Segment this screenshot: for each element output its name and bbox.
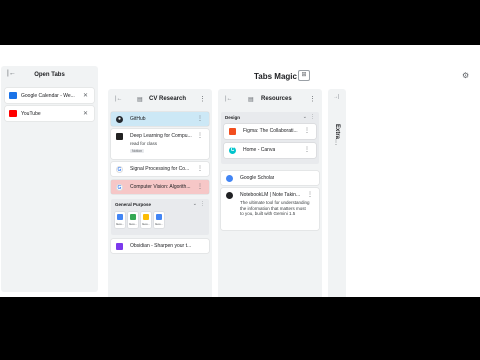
group-title: General Purpose bbox=[115, 202, 152, 207]
tab-card-description: The ultimate tool for understanding the … bbox=[240, 200, 310, 216]
add-collection-icon: ⊞ bbox=[301, 72, 307, 78]
more-options-icon[interactable]: ⋮ bbox=[199, 95, 206, 103]
more-options-icon[interactable]: ⋮ bbox=[197, 165, 203, 172]
group-tab-item[interactable]: Goo... bbox=[141, 212, 151, 228]
tab-card-title: Google Scholar bbox=[240, 175, 275, 181]
collection-header: |← ▤ CV Research ⋮ bbox=[108, 89, 212, 109]
more-options-icon[interactable]: ⋮ bbox=[333, 139, 339, 146]
open-tab-title: Google Calendar - We... bbox=[21, 92, 75, 99]
more-options-icon[interactable]: ⋮ bbox=[310, 114, 315, 120]
folder-icon: ▤ bbox=[137, 96, 143, 103]
group-tab-item[interactable]: Goo... bbox=[154, 212, 164, 228]
google-slides-icon bbox=[143, 214, 149, 220]
tab-card[interactable]: Obsidian - Sharpen your t... bbox=[111, 239, 209, 253]
group-tab-label: Goo... bbox=[116, 222, 125, 226]
tag-chip[interactable]: Notion bbox=[130, 149, 145, 153]
expand-icon[interactable]: →| bbox=[333, 94, 339, 100]
google-drive-icon bbox=[156, 214, 162, 220]
google-sheets-icon bbox=[130, 214, 136, 220]
open-tabs-sidebar: |← Open Tabs Google Calendar - We... ✕ Y… bbox=[1, 66, 98, 292]
figma-icon bbox=[229, 128, 236, 135]
more-options-icon[interactable]: ⋮ bbox=[304, 127, 310, 134]
tab-card-title: Signal Processing for Co... bbox=[130, 166, 190, 172]
open-tab-title: YouTube bbox=[21, 110, 41, 117]
tab-card[interactable]: NotebookLM | Note Takin... ⋮ The ultimat… bbox=[221, 188, 319, 230]
collection-name: Extra bbox=[334, 124, 340, 140]
tab-card-title: NotebookLM | Note Takin... bbox=[240, 192, 301, 198]
more-options-icon[interactable]: ⋮ bbox=[197, 183, 203, 190]
collection-cv-research: |← ▤ CV Research ⋮ ● GitHub ⋮ Deep Learn… bbox=[108, 89, 212, 297]
add-collection-button[interactable]: ⊞ bbox=[298, 70, 310, 81]
tab-group: General Purpose ⌄ ⋮ Goo... Goo... Goo...… bbox=[111, 199, 209, 235]
collection-name: Resources bbox=[261, 96, 292, 102]
google-calendar-icon bbox=[9, 92, 17, 99]
github-icon: ● bbox=[116, 116, 123, 123]
google-icon: G bbox=[116, 184, 123, 191]
more-options-icon[interactable]: ⋮ bbox=[200, 201, 205, 207]
tab-card-title: Figma: The Collaborati... bbox=[243, 128, 298, 134]
more-options-icon[interactable]: ⋮ bbox=[307, 191, 313, 198]
tab-card-title: Deep Learning for Compu... bbox=[130, 133, 192, 139]
tab-card[interactable]: C Home - Canva ⋮ bbox=[224, 143, 316, 158]
collapse-left-icon[interactable]: |← bbox=[225, 96, 233, 102]
gear-icon[interactable]: ⚙ bbox=[462, 71, 469, 80]
group-title: Design bbox=[225, 115, 241, 120]
tab-card[interactable]: ● GitHub ⋮ bbox=[111, 112, 209, 126]
collapse-left-icon[interactable]: |← bbox=[7, 70, 16, 77]
tab-card-title: Home - Canva bbox=[243, 147, 276, 153]
collapse-left-icon[interactable]: |← bbox=[115, 96, 123, 102]
tab-card-title: GitHub bbox=[130, 116, 146, 122]
chevron-down-icon[interactable]: ⌄ bbox=[193, 201, 197, 207]
open-tab-item[interactable]: YouTube ✕ bbox=[5, 106, 94, 121]
youtube-icon bbox=[9, 110, 17, 117]
tab-card[interactable]: Google Scholar bbox=[221, 171, 319, 185]
group-tab-label: Goo... bbox=[155, 222, 164, 226]
collection-resources: |← ▤ Resources ⋮ Design ⌄ ⋮ Figma: The C… bbox=[218, 89, 322, 297]
tab-card[interactable]: Figma: The Collaborati... ⋮ bbox=[224, 124, 316, 139]
collection-extra-collapsed[interactable]: →| Extra ⋮ bbox=[328, 89, 346, 297]
tab-card[interactable]: Deep Learning for Compu... ⋮ read for cl… bbox=[111, 129, 209, 159]
google-scholar-icon bbox=[226, 175, 233, 182]
group-tab-item[interactable]: Goo... bbox=[128, 212, 138, 228]
collection-name: CV Research bbox=[149, 96, 187, 102]
group-tab-label: Goo... bbox=[142, 222, 151, 226]
google-icon: G bbox=[116, 166, 123, 173]
collection-header: |← ▤ Resources ⋮ bbox=[218, 89, 322, 109]
more-options-icon[interactable]: ⋮ bbox=[197, 115, 203, 122]
folder-icon: ▤ bbox=[248, 96, 254, 103]
obsidian-icon bbox=[116, 243, 123, 250]
more-options-icon[interactable]: ⋮ bbox=[304, 146, 310, 153]
open-tab-item[interactable]: Google Calendar - We... ✕ bbox=[5, 88, 94, 103]
tab-card-note: read for class bbox=[130, 141, 158, 146]
notebooklm-icon bbox=[226, 192, 233, 199]
tab-card-title: Obsidian - Sharpen your t... bbox=[130, 243, 192, 249]
tab-group: Design ⌄ ⋮ Figma: The Collaborati... ⋮ C… bbox=[221, 112, 319, 164]
close-icon[interactable]: ✕ bbox=[83, 110, 88, 117]
more-options-icon[interactable]: ⋮ bbox=[309, 95, 316, 103]
book-icon bbox=[116, 133, 123, 140]
google-docs-icon bbox=[117, 214, 123, 220]
tabs-magic-app: |← Open Tabs Google Calendar - We... ✕ Y… bbox=[0, 45, 480, 297]
tab-card[interactable]: G Signal Processing for Co... ⋮ bbox=[111, 162, 209, 176]
chevron-down-icon[interactable]: ⌄ bbox=[303, 114, 307, 120]
more-options-icon[interactable]: ⋮ bbox=[197, 132, 203, 139]
app-title: Tabs Magic bbox=[254, 72, 297, 81]
close-icon[interactable]: ✕ bbox=[83, 92, 88, 99]
tab-card-title: Computer Vision: Algorith... bbox=[130, 184, 191, 190]
canva-icon: C bbox=[229, 147, 236, 154]
group-tab-label: Goo... bbox=[129, 222, 138, 226]
sidebar-header: |← Open Tabs bbox=[1, 66, 98, 84]
tab-card[interactable]: G Computer Vision: Algorith... ⋮ bbox=[111, 180, 209, 194]
group-tab-item[interactable]: Goo... bbox=[115, 212, 125, 228]
